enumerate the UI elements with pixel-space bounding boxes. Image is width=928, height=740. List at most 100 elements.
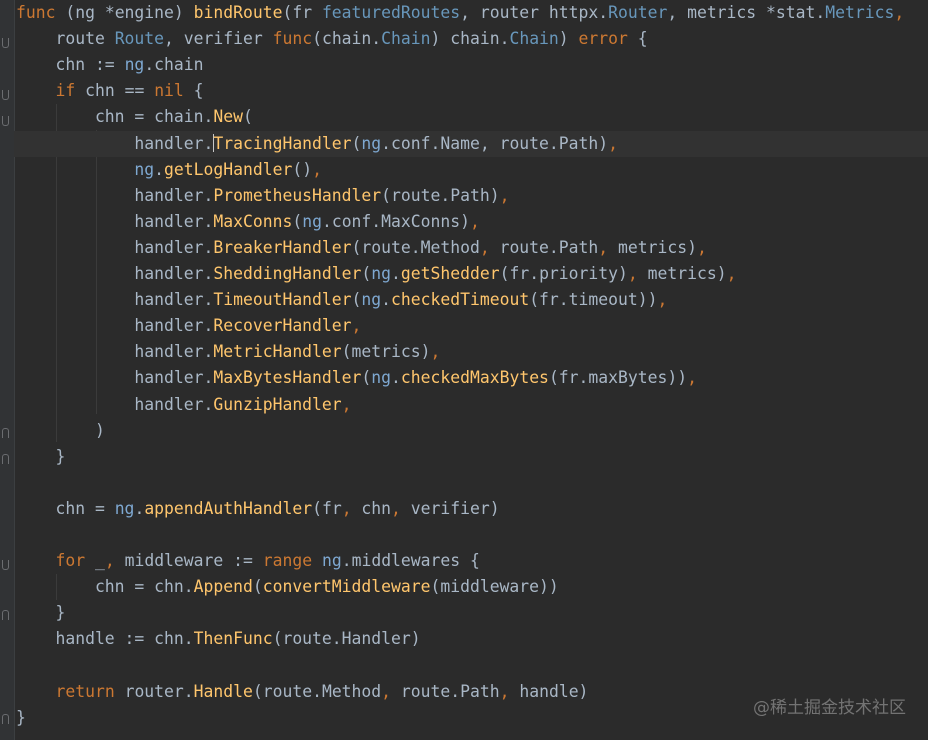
code-token: , [499,681,510,701]
watermark: @稀土掘金技术社区 [753,698,906,718]
code-line[interactable]: if chn == nil { [16,78,203,104]
code-token: (metrics) [341,342,431,362]
editor-gutter [0,0,15,740]
code-token: (fr.maxBytes)) [548,368,688,388]
code-token: { [627,29,648,49]
code-token: , [598,237,609,257]
code-token: ng [361,290,382,310]
code-token: (fr.timeout)) [529,290,658,310]
code-line[interactable]: handle := chn.ThenFunc(route.Handler) [16,626,420,652]
code-token: route [16,29,115,49]
code-token: , [469,211,480,231]
code-token: ( [242,107,253,127]
code-token: } [16,707,26,727]
code-token: ( [361,264,372,283]
code-line[interactable]: chn = chn.Append(convertMiddleware(middl… [16,574,559,600]
code-line[interactable]: handler.TracingHandler(ng.conf.Name, rou… [14,130,928,157]
code-token: chn = [16,498,115,518]
code-token: (fr.priority) [499,264,628,283]
code-line[interactable]: handler.TimeoutHandler(ng.checkedTimeout… [16,287,667,313]
code-token: PrometheusHandler [213,185,382,205]
code-token: , [687,368,697,388]
code-token: Append [193,577,253,597]
code-token: ng [371,368,392,388]
code-line[interactable]: ) [16,418,105,444]
code-line[interactable]: handler.BreakerHandler(route.Method, rou… [16,235,707,261]
code-line[interactable]: handler.SheddingHandler(ng.getShedder(fr… [16,261,736,287]
code-token: verifier) [400,498,500,518]
code-token: MaxConns [213,211,293,231]
code-token: , [499,185,510,205]
code-token: , [696,237,707,257]
code-token: chn = chain. [16,107,214,127]
code-line[interactable]: handler.PrometheusHandler(route.Path), [16,183,509,209]
code-token: httpx [548,3,599,22]
code-token: ng [302,211,322,231]
code-token: , [726,264,737,283]
code-line[interactable]: handler.MaxBytesHandler(ng.checkedMaxByt… [16,365,697,391]
code-token: , [381,681,392,701]
code-token: Chain [381,29,431,49]
fold-close-icon[interactable] [2,610,9,620]
code-line[interactable]: chn := ng.chain [16,52,203,78]
code-token: func [272,29,313,49]
code-token: handle := chn. [16,629,194,649]
fold-close-icon[interactable] [2,714,9,724]
code-token: Router [608,3,668,22]
code-token: , [479,237,490,257]
code-line[interactable]: handler.GunzipHandler, [16,392,352,418]
code-token: for [55,551,86,571]
code-token: handler. [16,290,214,310]
code-token: , [312,159,322,179]
code-line[interactable]: handler.MaxConns(ng.conf.MaxConns), [16,209,480,235]
code-token: (middleware)) [430,577,559,597]
code-line[interactable]: } [16,600,65,626]
code-token: handler. [16,237,214,257]
code-token: TracingHandler [213,133,352,153]
code-token: . [815,3,826,22]
fold-open-icon[interactable] [2,90,9,100]
code-token: ( [361,368,372,388]
code-line[interactable]: handler.RecoverHandler, [16,313,361,339]
code-token: router. [114,681,194,701]
code-token: , [627,264,638,283]
fold-open-icon[interactable] [2,560,9,570]
code-token: (route.Method [252,681,382,701]
code-editor[interactable]: func (ng *engine) bindRoute(fr featuredR… [0,0,928,740]
code-token: ( [351,290,362,310]
code-token: , [351,316,362,336]
code-line[interactable]: } [16,705,26,731]
code-token: New [213,107,243,127]
code-token: (ng *engine) [55,3,194,22]
code-token: . [391,264,401,283]
code-line[interactable]: chn = chain.New( [16,104,253,130]
code-token: , [341,394,352,414]
code-token: () [292,159,313,179]
code-token: _ [85,551,105,571]
code-token: range [262,551,313,571]
code-line[interactable]: ng.getLogHandler(), [16,157,322,183]
fold-open-icon[interactable] [2,116,9,126]
code-token: (fr [312,498,342,518]
code-token: , router [460,3,549,22]
code-line[interactable]: func (ng *engine) bindRoute(fr featuredR… [16,0,904,26]
code-token: handler. [16,316,214,336]
code-token: , verifier [164,29,273,49]
code-line[interactable]: } [16,444,65,470]
code-token: ng [134,159,155,179]
code-token: , [894,3,905,22]
code-line[interactable]: return router.Handle(route.Method, route… [16,679,588,705]
code-line[interactable]: for _, middleware := range ng.middleware… [16,548,479,574]
code-line[interactable]: chn = ng.appendAuthHandler(fr, chn, veri… [16,496,500,522]
code-token: return [55,681,115,701]
code-line[interactable]: route Route, verifier func(chain.Chain) … [16,26,648,52]
fold-close-icon[interactable] [2,428,9,438]
fold-close-icon[interactable] [2,454,9,464]
code-token: Metrics [825,3,895,22]
fold-open-icon[interactable] [2,38,9,48]
code-line[interactable]: handler.MetricHandler(metrics), [16,339,440,365]
code-token: metrics) [637,264,727,283]
code-token: ( [351,133,362,153]
code-token: , metrics * [667,3,776,22]
